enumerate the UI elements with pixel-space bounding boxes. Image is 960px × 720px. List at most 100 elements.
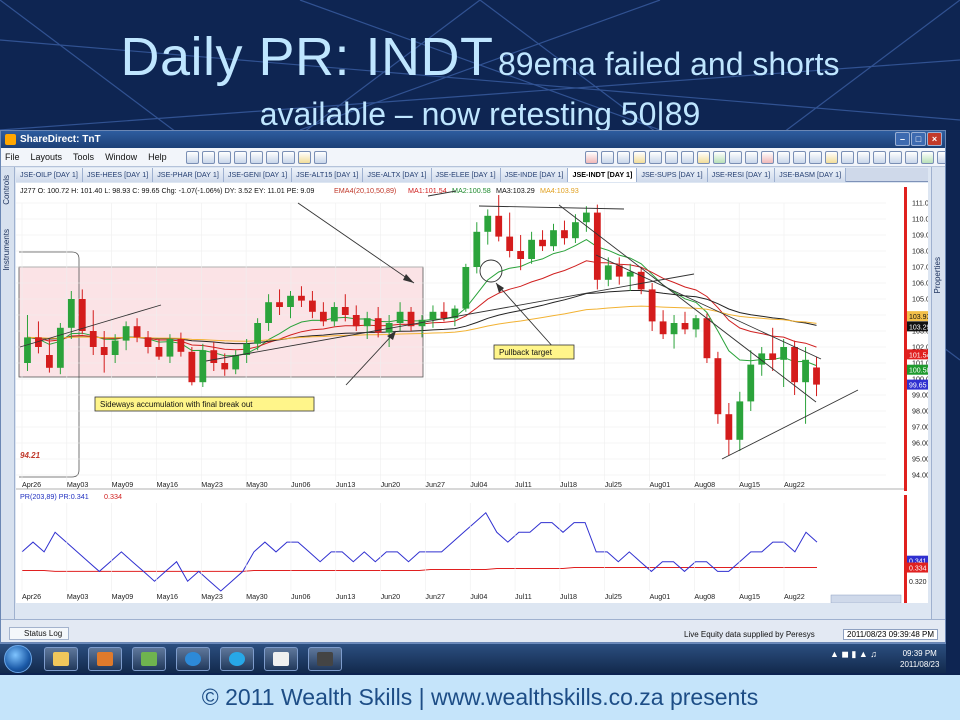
app-icon: [141, 652, 157, 666]
time-tick-label: Aug22: [784, 480, 805, 489]
rows-icon[interactable]: [680, 150, 694, 164]
grid-icon[interactable]: [249, 150, 263, 164]
chart-icon[interactable]: [584, 150, 598, 164]
system-tray[interactable]: ▲ ◼ ▮ ▲ ♫: [830, 649, 877, 660]
candle-body: [67, 299, 75, 328]
status-log-tab[interactable]: Status Log: [9, 627, 70, 640]
sidebar-tab-instruments[interactable]: Instruments: [2, 229, 14, 271]
sidebar-tab-controls[interactable]: Controls: [2, 175, 14, 205]
taskbar-pdf[interactable]: [264, 647, 298, 671]
taskbar-ie[interactable]: [176, 647, 210, 671]
feed-time: 2011/08/23 09:39:48 PM: [843, 629, 939, 640]
ma4-label: MA4:103.93: [540, 186, 579, 195]
candle-body: [330, 307, 338, 322]
refresh-icon[interactable]: [712, 150, 726, 164]
taskbar-clock[interactable]: 09:39 PM 2011/08/23: [900, 648, 939, 670]
candle-body: [604, 265, 612, 280]
config-icon[interactable]: [840, 150, 854, 164]
print-icon[interactable]: [233, 150, 247, 164]
price-tick-label: 109.00: [912, 231, 928, 240]
tab-basm[interactable]: JSE-BASM [DAY 1]: [775, 168, 847, 182]
trendline-icon[interactable]: [872, 150, 886, 164]
tab-oilp[interactable]: JSE-OILP [DAY 1]: [16, 168, 83, 182]
price-tick-label: 94.00: [912, 471, 928, 480]
close-button[interactable]: ×: [927, 132, 942, 146]
candle-body: [276, 302, 283, 307]
minimize-button[interactable]: –: [895, 132, 910, 146]
layout-icon[interactable]: [648, 150, 662, 164]
price-chart[interactable]: J277 O: 100.72 H: 101.40 L: 98.93 C: 99.…: [16, 183, 928, 603]
pencil-icon[interactable]: [808, 150, 822, 164]
note-icon[interactable]: [632, 150, 646, 164]
tab-resi[interactable]: JSE-RESI [DAY 1]: [707, 168, 776, 182]
zigzag-icon[interactable]: [904, 150, 918, 164]
list-icon[interactable]: [776, 150, 790, 164]
taskbar-skype[interactable]: [220, 647, 254, 671]
tab-phar[interactable]: JSE-PHAR [DAY 1]: [153, 168, 224, 182]
cross-icon[interactable]: [792, 150, 806, 164]
app-icon: [5, 134, 16, 145]
draw-line-icon[interactable]: [856, 150, 870, 164]
footer-text: © 2011 Wealth Skills | www.wealthskills.…: [201, 684, 759, 710]
candle-body: [429, 311, 437, 320]
new-layout-icon[interactable]: [185, 150, 199, 164]
candle-body: [725, 414, 733, 440]
open-icon[interactable]: [201, 150, 215, 164]
tab-sups[interactable]: JSE-SUPS [DAY 1]: [637, 168, 708, 182]
export-icon[interactable]: [744, 150, 758, 164]
compare-icon[interactable]: [936, 150, 945, 164]
candle-body: [177, 339, 185, 352]
tab-hees[interactable]: JSE-HEES [DAY 1]: [82, 168, 154, 182]
indicator-icon[interactable]: [920, 150, 934, 164]
tools-icon[interactable]: [313, 150, 327, 164]
calendar-icon[interactable]: [760, 150, 774, 164]
time-tick-label: Jul25: [605, 592, 622, 601]
tab-inde[interactable]: JSE-INDE [DAY 1]: [500, 168, 569, 182]
taskbar-media[interactable]: [88, 647, 122, 671]
time-tick-label: Apr26: [22, 592, 41, 601]
save-icon[interactable]: [217, 150, 231, 164]
folder-icon: [53, 652, 69, 666]
time-tick-label: Jun20: [381, 480, 401, 489]
menu-window[interactable]: Window: [105, 152, 137, 162]
link-icon[interactable]: [728, 150, 742, 164]
time-tick-label: May23: [201, 592, 223, 601]
chart-scrollbar[interactable]: [830, 594, 902, 603]
candle-body: [309, 300, 316, 312]
menu-layouts[interactable]: Layouts: [31, 152, 63, 162]
tab-geni[interactable]: JSE-GENI [DAY 1]: [223, 168, 293, 182]
taskbar-app[interactable]: [132, 647, 166, 671]
window-icon[interactable]: [265, 150, 279, 164]
sidebar-tab-properties[interactable]: Properties: [933, 257, 945, 293]
maximize-button[interactable]: □: [911, 132, 926, 146]
columns-icon[interactable]: [664, 150, 678, 164]
candle-body: [780, 347, 788, 360]
menu-tools[interactable]: Tools: [73, 152, 94, 162]
table-icon[interactable]: [616, 150, 630, 164]
time-tick-label: May03: [67, 480, 89, 489]
bars-icon[interactable]: [888, 150, 902, 164]
taskbar-explorer[interactable]: [44, 647, 78, 671]
candle-body: [495, 215, 503, 237]
candle-body: [692, 318, 700, 330]
ohlc-readout: J277 O: 100.72 H: 101.40 L: 98.93 C: 99.…: [20, 186, 314, 195]
taskbar-sharedirect[interactable]: [308, 647, 342, 671]
pr-axis: 0.3410.3340.320: [907, 555, 928, 586]
candle-body: [473, 231, 481, 267]
start-button[interactable]: [4, 645, 32, 673]
candle-body: [506, 236, 514, 251]
tab-indt[interactable]: JSE-INDT [DAY 1]: [568, 168, 638, 182]
line-chart-icon[interactable]: [600, 150, 614, 164]
search-icon[interactable]: [281, 150, 295, 164]
settings-icon[interactable]: [297, 150, 311, 164]
menu-help[interactable]: Help: [148, 152, 167, 162]
price-tick-label: 98.00: [912, 407, 928, 416]
tab-altx[interactable]: JSE-ALTX [DAY 1]: [363, 168, 432, 182]
folder-icon[interactable]: [696, 150, 710, 164]
tab-alt15[interactable]: JSE-ALT15 [DAY 1]: [292, 168, 364, 182]
tab-elee[interactable]: JSE-ELEE [DAY 1]: [431, 168, 501, 182]
menu-file[interactable]: File: [5, 152, 20, 162]
alert-icon[interactable]: [824, 150, 838, 164]
candle-body: [155, 347, 163, 357]
window-titlebar[interactable]: ShareDirect: TnT – □ ×: [1, 131, 945, 148]
